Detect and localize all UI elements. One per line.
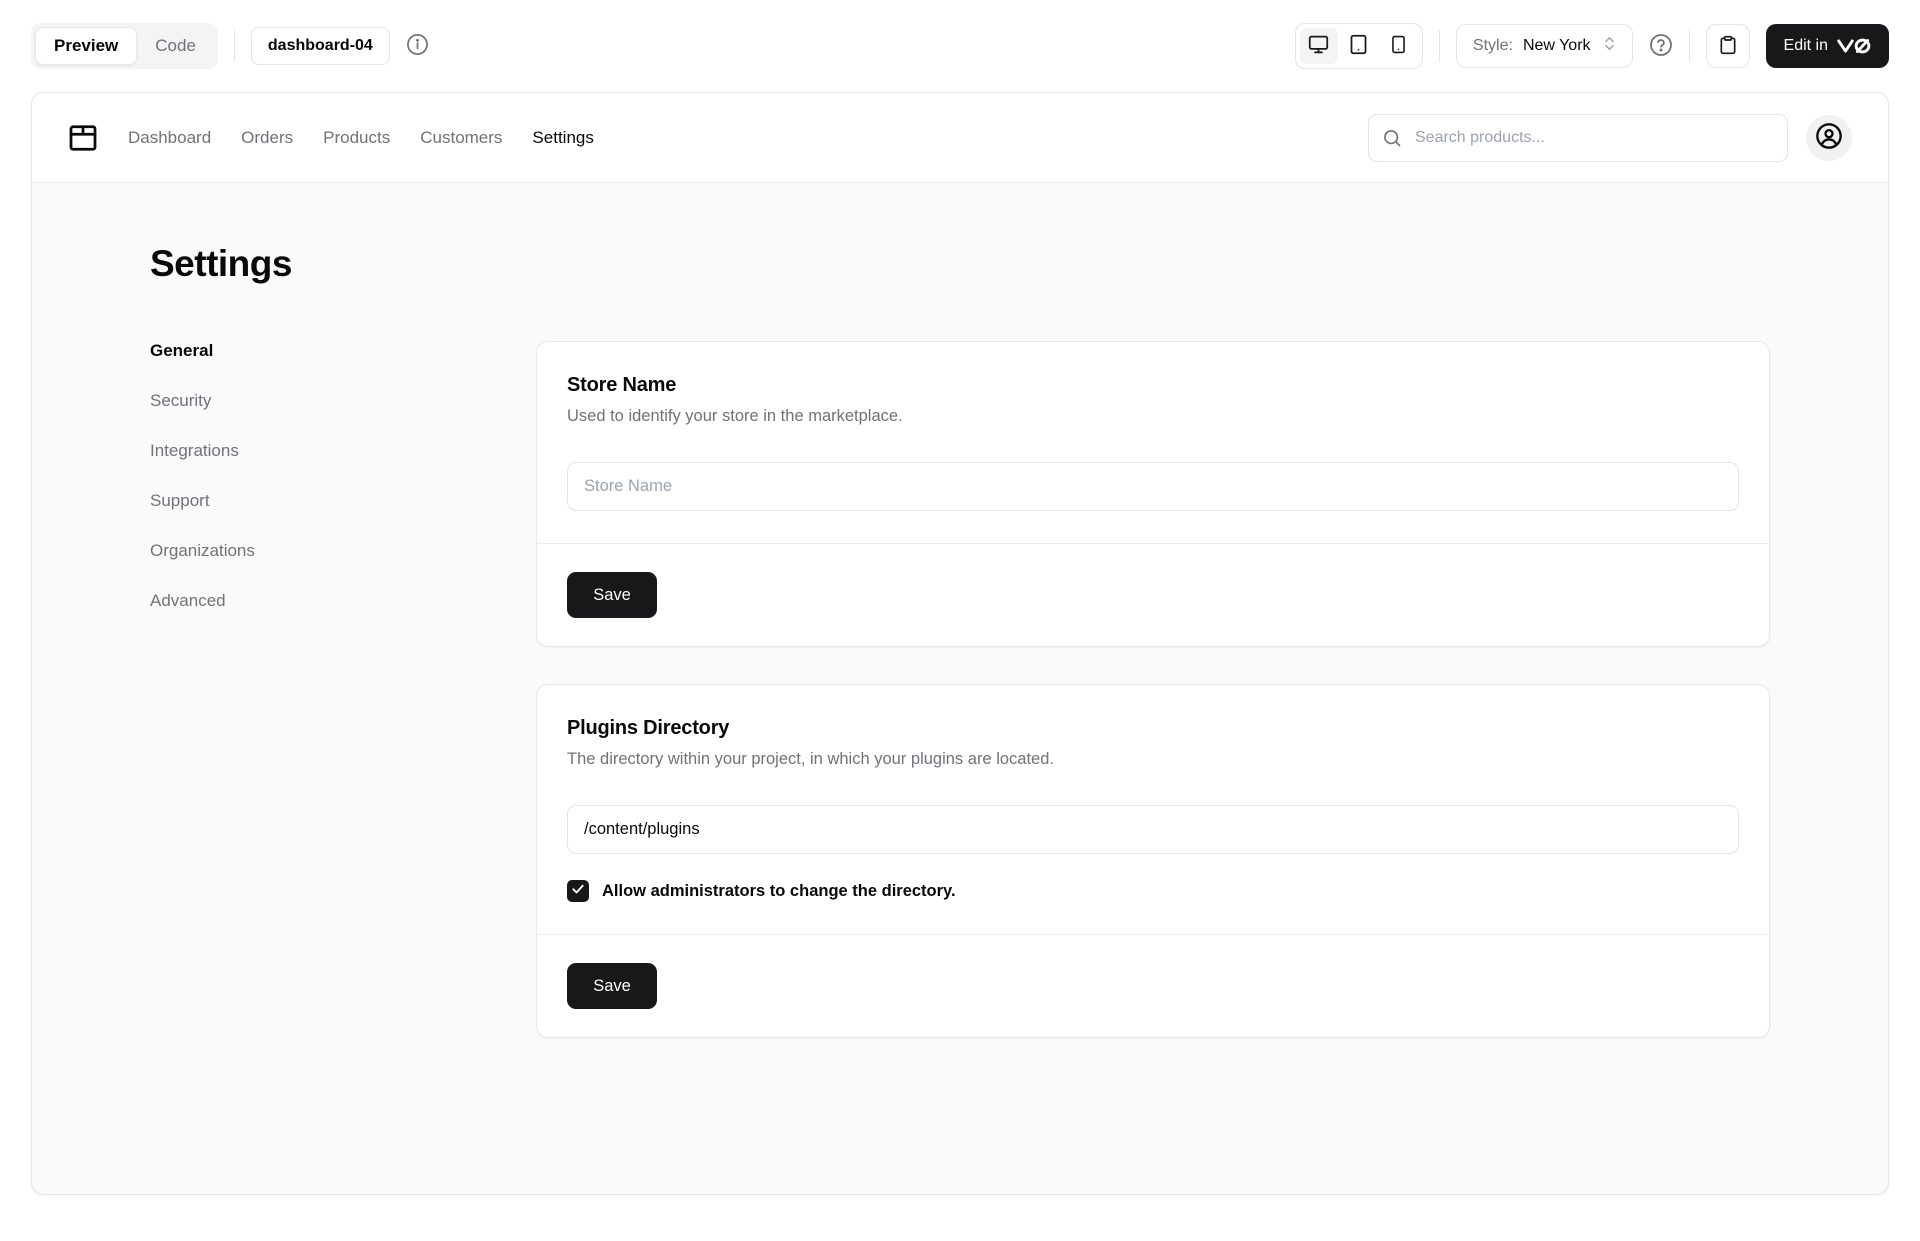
circle-user-icon <box>1815 122 1843 153</box>
plugins-directory-card-title: Plugins Directory <box>567 717 730 739</box>
tab-preview[interactable]: Preview <box>35 27 138 65</box>
allow-admins-row: Allow administrators to change the direc… <box>567 880 1739 902</box>
store-name-card: Store Name Used to identify your store i… <box>536 341 1770 647</box>
style-select-label: Style: <box>1472 37 1513 54</box>
sidebar-item-organizations[interactable]: Organizations <box>150 541 450 561</box>
allow-admins-label[interactable]: Allow administrators to change the direc… <box>602 882 956 901</box>
info-button[interactable] <box>406 33 429 59</box>
search-input[interactable] <box>1368 113 1788 162</box>
store-name-input[interactable] <box>567 462 1739 511</box>
tab-code[interactable]: Code <box>137 28 214 64</box>
store-name-card-title: Store Name <box>567 374 677 396</box>
preview-frame: Dashboard Orders Products Customers Sett… <box>31 92 1889 1195</box>
toolbar-divider <box>1438 30 1440 62</box>
search-icon <box>1382 128 1402 153</box>
top-toolbar: Preview Code dashboard-04 Style: New Yor… <box>0 0 1920 92</box>
settings-cards: Store Name Used to identify your store i… <box>536 341 1770 1038</box>
check-icon <box>571 882 585 901</box>
plugins-directory-card: Plugins Directory The directory within y… <box>536 684 1770 1038</box>
nav-link-settings[interactable]: Settings <box>532 128 593 148</box>
nav-link-dashboard[interactable]: Dashboard <box>128 128 211 148</box>
nav-link-products[interactable]: Products <box>323 128 390 148</box>
plugins-directory-card-footer: Save <box>537 934 1769 1037</box>
settings-layout: General Security Integrations Support Or… <box>150 341 1770 1038</box>
help-circle-icon <box>1649 33 1673 60</box>
store-name-card-body: Store Name Used to identify your store i… <box>537 342 1769 543</box>
toolbar-divider <box>233 30 235 62</box>
store-logo-icon[interactable] <box>68 123 98 153</box>
plugins-directory-save-button[interactable]: Save <box>567 963 657 1009</box>
user-menu-button[interactable] <box>1806 114 1852 161</box>
store-name-save-button[interactable]: Save <box>567 572 657 618</box>
nav-link-orders[interactable]: Orders <box>241 128 293 148</box>
info-icon <box>406 33 429 59</box>
device-mobile-button[interactable] <box>1380 28 1418 64</box>
edit-in-v0-button[interactable]: Edit in <box>1765 24 1889 68</box>
settings-sidebar: General Security Integrations Support Or… <box>150 341 450 611</box>
toolbar-divider <box>1688 30 1690 62</box>
plugins-directory-card-description: The directory within your project, in wh… <box>567 750 1054 768</box>
sidebar-item-integrations[interactable]: Integrations <box>150 441 450 461</box>
smartphone-icon <box>1389 35 1408 57</box>
block-name-badge: dashboard-04 <box>250 27 390 65</box>
clipboard-icon <box>1718 35 1738 58</box>
sidebar-item-support[interactable]: Support <box>150 491 450 511</box>
page-title: Settings <box>150 243 292 284</box>
store-name-card-footer: Save <box>537 543 1769 646</box>
style-select[interactable]: Style: New York <box>1455 24 1633 68</box>
style-select-value: New York <box>1522 37 1591 54</box>
tablet-icon <box>1348 34 1369 58</box>
device-tablet-button[interactable] <box>1340 28 1378 64</box>
copy-code-button[interactable] <box>1705 24 1750 68</box>
nav-link-customers[interactable]: Customers <box>420 128 502 148</box>
sidebar-item-security[interactable]: Security <box>150 391 450 411</box>
navbar-right <box>1368 113 1852 162</box>
sidebar-item-advanced[interactable]: Advanced <box>150 591 450 611</box>
v0-logo-icon <box>1837 37 1871 55</box>
store-name-card-description: Used to identify your store in the marke… <box>567 407 903 425</box>
help-button[interactable] <box>1649 33 1673 60</box>
settings-main: Settings General Security Integrations S… <box>32 183 1888 1038</box>
app-navbar: Dashboard Orders Products Customers Sett… <box>32 93 1888 183</box>
monitor-icon <box>1308 34 1329 58</box>
view-tabs: Preview Code <box>31 23 218 69</box>
edit-in-v0-label: Edit in <box>1783 37 1828 54</box>
search-field-wrap <box>1368 113 1788 162</box>
device-toggle-group <box>1294 23 1423 69</box>
allow-admins-checkbox[interactable] <box>567 880 589 902</box>
plugins-directory-card-body: Plugins Directory The directory within y… <box>537 685 1769 934</box>
plugins-directory-input[interactable] <box>567 805 1739 854</box>
chevrons-up-down-icon <box>1601 35 1618 57</box>
device-desktop-button[interactable] <box>1299 28 1338 64</box>
sidebar-item-general[interactable]: General <box>150 341 450 361</box>
